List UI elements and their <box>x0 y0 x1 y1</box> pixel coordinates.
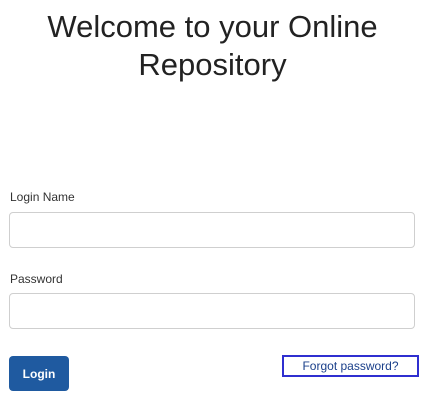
page-title: Welcome to your Online Repository <box>0 8 425 84</box>
password-input[interactable] <box>9 293 415 329</box>
page-title-line-1: Welcome to your Online <box>47 9 378 44</box>
login-name-input[interactable] <box>9 212 415 248</box>
password-label: Password <box>10 272 63 286</box>
page-title-line-2: Repository <box>138 47 287 82</box>
forgot-password-link[interactable]: Forgot password? <box>282 355 419 377</box>
login-name-label: Login Name <box>10 190 75 204</box>
login-button[interactable]: Login <box>9 356 69 391</box>
login-page: Welcome to your Online Repository Login … <box>0 0 425 417</box>
